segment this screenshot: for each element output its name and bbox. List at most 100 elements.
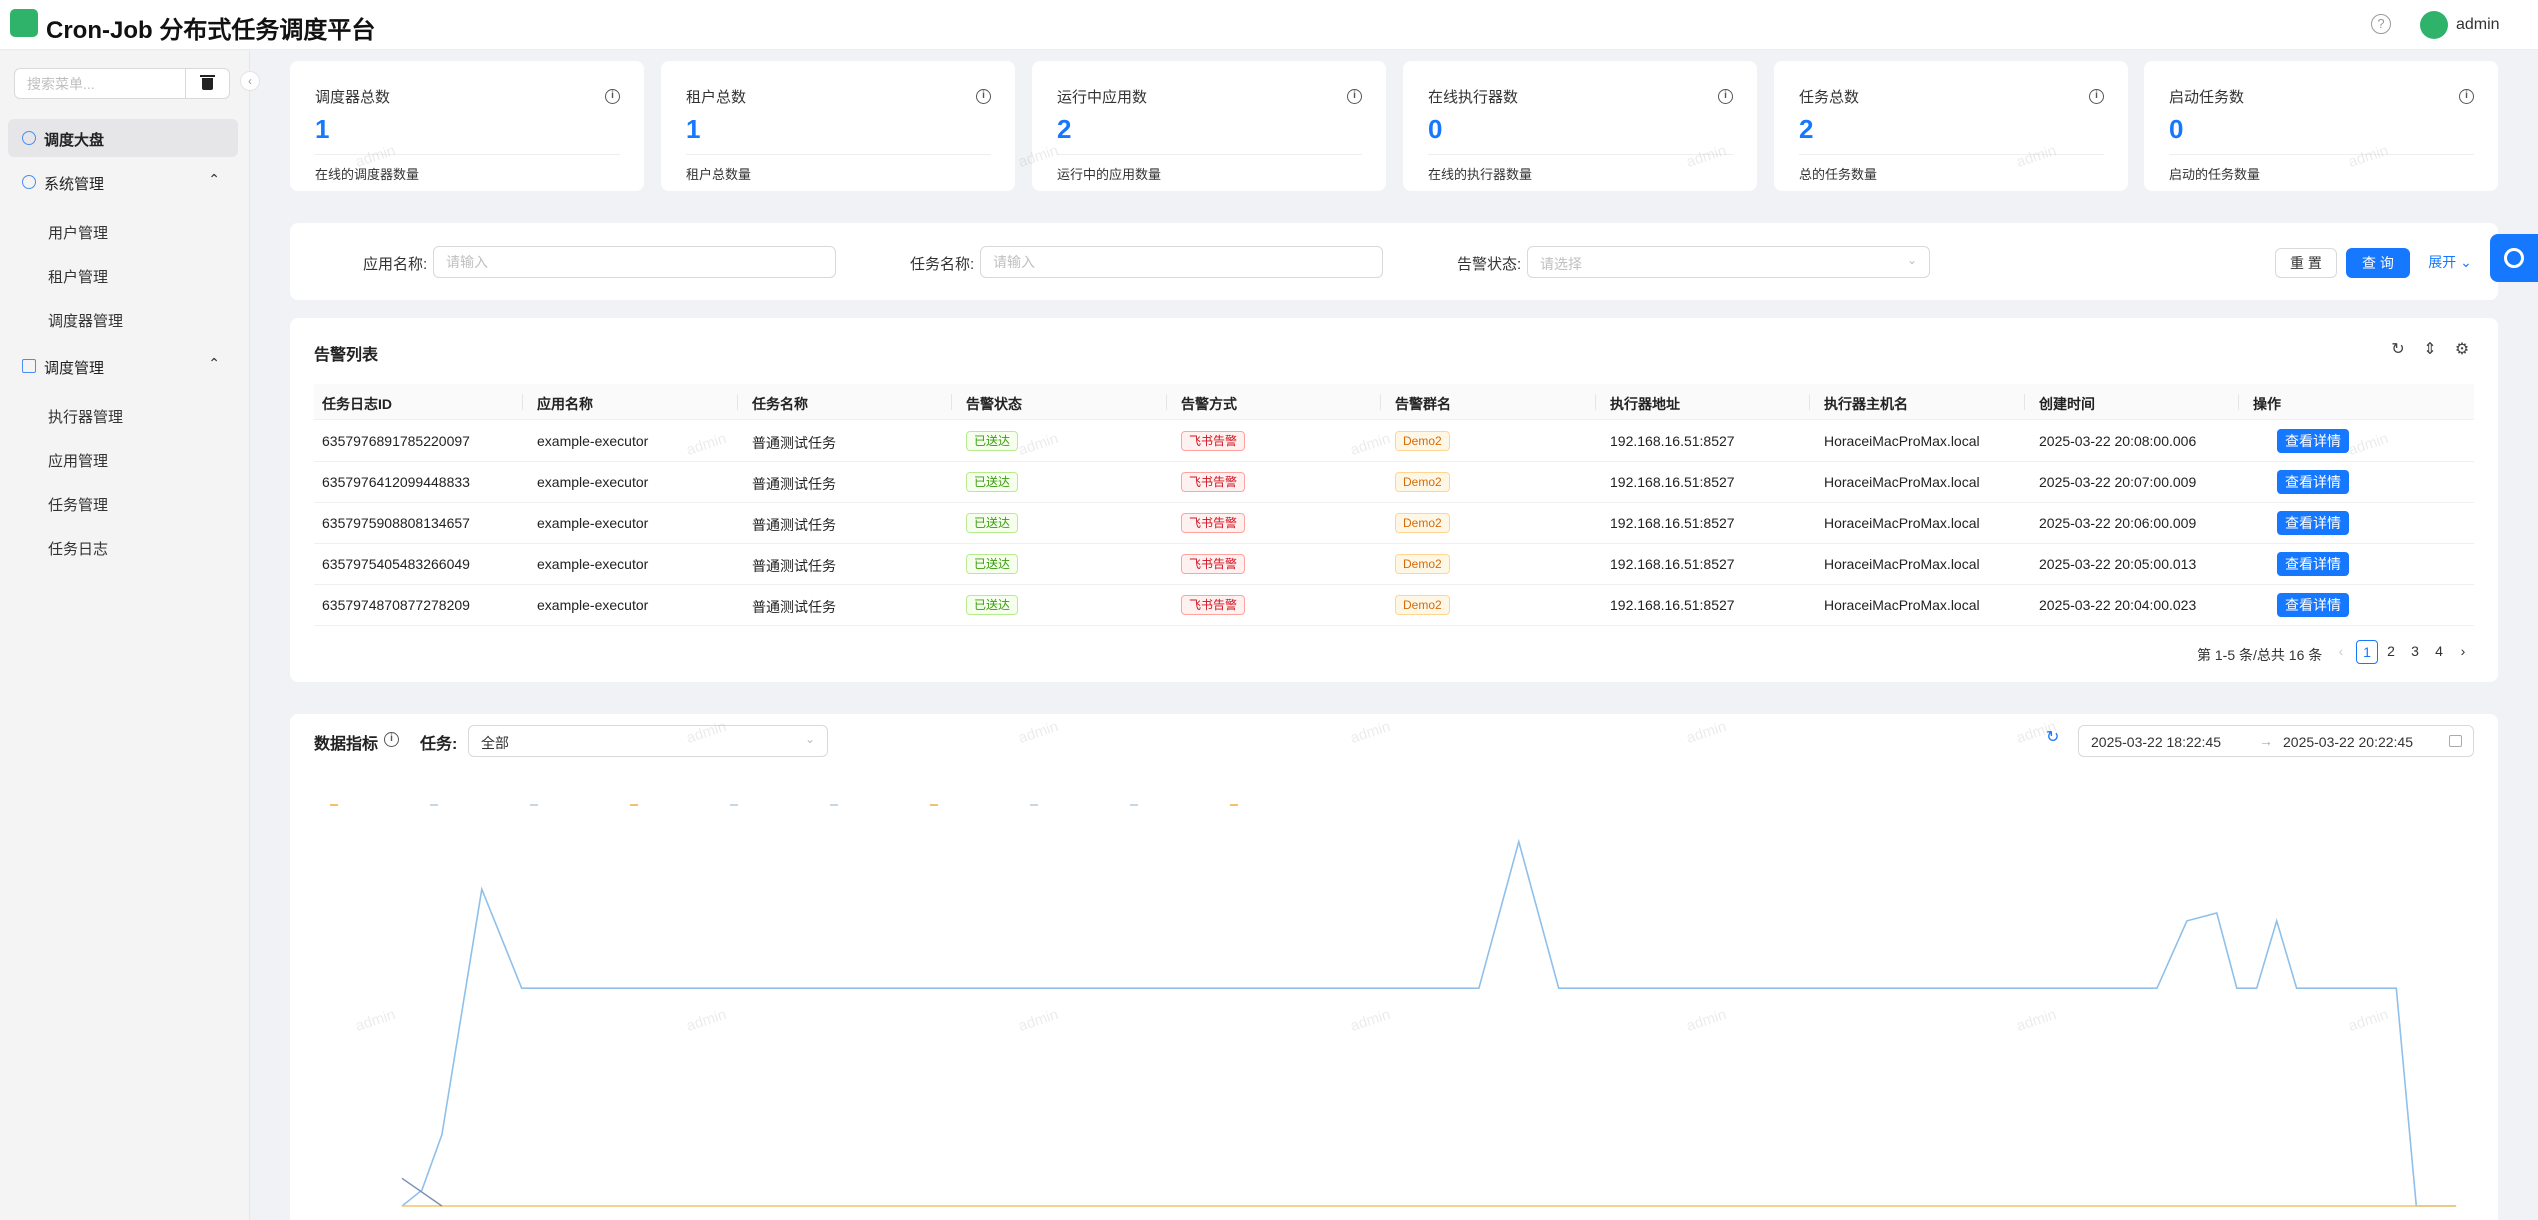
username[interactable]: admin — [2456, 16, 2500, 34]
method-badge: 飞书告警 — [1181, 472, 1246, 492]
chevron-up-icon: ⌃ — [208, 355, 220, 371]
view-detail-button[interactable]: 查看详情 — [2277, 470, 2349, 494]
column-header: 操作 — [2253, 396, 2281, 412]
cell-log-id: 6357974870877278209 — [322, 597, 470, 613]
settings-gear-icon[interactable] — [2490, 234, 2538, 282]
column-header: 创建时间 — [2039, 396, 2095, 412]
sidebar-item-users[interactable]: 用户管理 — [48, 222, 108, 243]
sidebar-item-schedulers[interactable]: 调度器管理 — [48, 310, 123, 331]
cell-time: 2025-03-22 20:08:00.006 — [2039, 433, 2197, 449]
sidebar: ‹ 调度大盘 系统管理 ⌃ 用户管理 租户管理 调度器管理 调度管理 ⌃ 执行器… — [0, 51, 260, 1220]
app-name-input[interactable] — [433, 246, 836, 278]
column-divider — [1595, 394, 1596, 410]
cell-host: HoraceiMacProMax.local — [1824, 597, 1980, 613]
view-detail-button[interactable]: 查看详情 — [2277, 429, 2349, 453]
sidebar-item-task-logs[interactable]: 任务日志 — [48, 538, 108, 559]
chevron-down-icon: ⌄ — [1906, 253, 1917, 267]
cell-log-id: 6357976891785220097 — [322, 433, 470, 449]
column-header: 执行器地址 — [1610, 396, 1680, 412]
avatar[interactable] — [2420, 11, 2448, 39]
stat-title: 启动任务数 — [2169, 89, 2245, 106]
column-header: 应用名称 — [537, 396, 593, 412]
sidebar-item-tasks[interactable]: 任务管理 — [48, 494, 108, 515]
info-icon[interactable]: i — [605, 89, 620, 104]
info-icon[interactable]: i — [1718, 89, 1733, 104]
status-badge: 已送达 — [966, 513, 1019, 533]
view-detail-button[interactable]: 查看详情 — [2277, 552, 2349, 576]
stat-desc: 启动的任务数量 — [2169, 167, 2261, 182]
sidebar-item-label: 调度管理 — [44, 360, 105, 377]
method-badge: 飞书告警 — [1181, 513, 1246, 533]
range-start[interactable]: 2025-03-22 18:22:45 — [2091, 734, 2221, 750]
page-3[interactable]: 3 — [2404, 640, 2426, 664]
sidebar-item-dashboard[interactable]: 调度大盘 — [8, 119, 238, 157]
task-filter-label: 任务: — [420, 736, 458, 753]
page-1[interactable]: 1 — [2356, 640, 2378, 664]
prev-page-icon[interactable]: ‹ — [2330, 640, 2352, 664]
app-title: Cron-Job 分布式任务调度平台 — [46, 17, 376, 44]
select-placeholder: 请选择 — [1540, 256, 1582, 272]
info-icon[interactable]: i — [384, 732, 399, 747]
cell-log-id: 6357975908808134657 — [322, 515, 470, 531]
view-detail-button[interactable]: 查看详情 — [2277, 593, 2349, 617]
next-page-icon[interactable]: › — [2452, 640, 2474, 664]
task-name-input[interactable] — [980, 246, 1383, 278]
stat-card-started-tasks: 启动任务数 i 0 启动的任务数量 — [2144, 61, 2498, 191]
page-4[interactable]: 4 — [2428, 640, 2450, 664]
cell-task: 普通测试任务 — [752, 558, 836, 574]
sidebar-item-tenants[interactable]: 租户管理 — [48, 266, 108, 287]
reset-button[interactable]: 重 置 — [2275, 248, 2337, 278]
alert-list-card: 告警列表 ↻ ⇕ ⚙ 任务日志ID 应用名称 任务名称 告警状态 告警方式 告警… — [290, 318, 2498, 682]
task-filter-select[interactable]: 全部 ⌄ — [468, 725, 828, 757]
user-menu[interactable]: admin — [2420, 10, 2500, 40]
column-divider — [1166, 394, 1167, 410]
divider — [686, 154, 991, 155]
expand-button[interactable]: 展开 ⌄ — [2423, 248, 2477, 278]
stat-desc: 在线的执行器数量 — [1428, 167, 1533, 182]
status-badge: 已送达 — [966, 431, 1019, 451]
cell-app: example-executor — [537, 515, 649, 531]
gear-icon[interactable]: ⚙ — [2454, 342, 2470, 358]
date-range-picker[interactable]: 2025-03-22 18:22:45 → 2025-03-22 20:22:4… — [2078, 725, 2474, 757]
question-circle-icon[interactable]: ? — [2371, 14, 2391, 34]
stat-desc: 总的任务数量 — [1799, 167, 1878, 182]
range-end[interactable]: 2025-03-22 20:22:45 — [2283, 734, 2413, 750]
stat-value: 0 — [2169, 114, 2184, 144]
alert-list-title: 告警列表 — [314, 347, 379, 364]
grid-icon — [22, 359, 36, 373]
info-icon[interactable]: i — [2459, 89, 2474, 104]
clear-search-button[interactable] — [186, 68, 230, 99]
sidebar-item-system[interactable]: 系统管理 ⌃ — [8, 163, 238, 201]
reload-icon[interactable]: ↻ — [2390, 342, 2406, 358]
divider — [315, 154, 620, 155]
stat-card-tenants: 租户总数 i 1 租户总数量 — [661, 61, 1015, 191]
cell-log-id: 6357976412099448833 — [322, 474, 470, 490]
cell-app: example-executor — [537, 597, 649, 613]
column-header: 任务名称 — [752, 396, 808, 412]
trash-icon — [200, 75, 215, 90]
table-row: 6357976891785220097 example-executor 普通测… — [314, 421, 2474, 462]
column-height-icon[interactable]: ⇕ — [2422, 342, 2438, 358]
app-name-label: 应用名称: — [363, 256, 428, 273]
metrics-title: 数据指标 — [314, 736, 379, 753]
sidebar-collapse-button[interactable]: ‹ — [240, 71, 260, 91]
page-2[interactable]: 2 — [2380, 640, 2402, 664]
legend-marker — [330, 804, 338, 806]
alert-status-select[interactable]: 请选择 ⌄ — [1527, 246, 1930, 278]
info-icon[interactable]: i — [976, 89, 991, 104]
sidebar-item-executors[interactable]: 执行器管理 — [48, 406, 123, 427]
info-icon[interactable]: i — [1347, 89, 1362, 104]
column-header: 告警方式 — [1181, 396, 1237, 412]
cell-app: example-executor — [537, 474, 649, 490]
sidebar-item-scheduling[interactable]: 调度管理 ⌃ — [8, 347, 238, 385]
view-detail-button[interactable]: 查看详情 — [2277, 511, 2349, 535]
info-icon[interactable]: i — [2089, 89, 2104, 104]
reload-icon[interactable]: ↻ — [2046, 730, 2062, 746]
arrow-right-icon: → — [2259, 733, 2273, 749]
stat-title: 任务总数 — [1799, 89, 1860, 106]
sidebar-item-apps[interactable]: 应用管理 — [48, 450, 108, 471]
menu-search-input[interactable] — [14, 68, 186, 99]
query-button[interactable]: 查 询 — [2346, 248, 2410, 278]
cell-app: example-executor — [537, 556, 649, 572]
column-header: 告警群名 — [1395, 396, 1451, 412]
